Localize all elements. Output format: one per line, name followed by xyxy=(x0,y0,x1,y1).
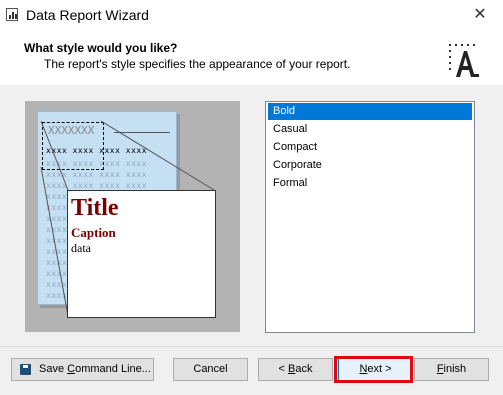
save-command-line-button[interactable]: Save Command Line... xyxy=(11,358,154,381)
step-subtitle: The report's style specifies the appeara… xyxy=(44,57,351,71)
cancel-button[interactable]: Cancel xyxy=(173,358,248,381)
style-option-bold[interactable]: Bold xyxy=(268,103,472,120)
close-button[interactable]: ✕ xyxy=(457,0,503,30)
back-button[interactable]: < Back xyxy=(258,358,333,381)
wizard-header: What style would you like? The report's … xyxy=(0,30,503,85)
next-button[interactable]: Next > xyxy=(338,358,413,381)
style-listbox[interactable]: Bold Casual Compact Corporate Formal xyxy=(265,101,475,333)
style-letter-icon xyxy=(449,44,479,77)
save-label-post: ommand Line... xyxy=(75,363,151,375)
style-option-corporate[interactable]: Corporate xyxy=(268,157,472,174)
save-label-mnemonic: C xyxy=(67,363,76,375)
footer-divider xyxy=(0,346,503,347)
title-bar: Data Report Wizard ✕ xyxy=(0,0,503,30)
style-preview: XXXXXXX xxxx xxxx xxxx xxxx xxxx xxxx xx… xyxy=(25,101,240,332)
preview-caption-sample: Caption xyxy=(71,225,116,240)
step-title: What style would you like? xyxy=(24,41,178,55)
preview-data-sample: data xyxy=(71,241,91,255)
save-label-pre: Save xyxy=(39,363,68,375)
preview-title-sample: Title xyxy=(71,195,119,221)
style-option-formal[interactable]: Formal xyxy=(268,175,472,192)
back-label-post: ack xyxy=(295,363,313,375)
style-option-casual[interactable]: Casual xyxy=(268,121,472,138)
preview-zoom-panel: Title Caption data xyxy=(67,190,216,318)
style-option-compact[interactable]: Compact xyxy=(268,139,472,156)
finish-button[interactable]: Finish xyxy=(414,358,489,381)
next-label-post: ext > xyxy=(367,363,392,375)
back-label-pre: < xyxy=(278,363,288,375)
finish-label-post: inish xyxy=(443,363,467,375)
finish-label-mnemonic: F xyxy=(436,363,444,375)
floppy-disk-icon xyxy=(20,364,31,375)
report-app-icon xyxy=(6,8,18,21)
window-title: Data Report Wizard xyxy=(26,7,149,23)
